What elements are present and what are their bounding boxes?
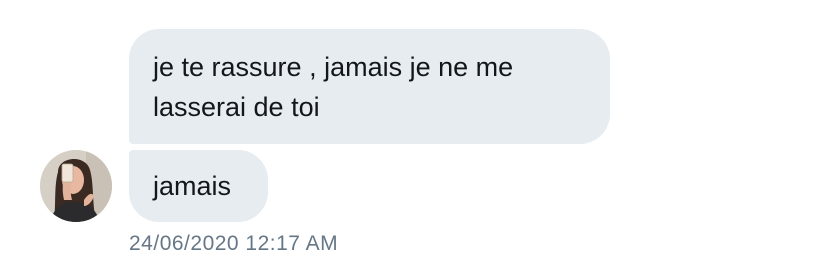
sender-avatar[interactable] (40, 150, 112, 222)
message-thread: je te rassure , jamais je ne me lasserai… (0, 0, 828, 275)
message-timestamp: 24/06/2020 12:17 AM (129, 232, 339, 255)
message-bubble[interactable]: jamais (129, 150, 268, 222)
message-bubble[interactable]: je te rassure , jamais je ne me lasserai… (129, 29, 610, 144)
user-photo-avatar-icon (40, 150, 112, 222)
